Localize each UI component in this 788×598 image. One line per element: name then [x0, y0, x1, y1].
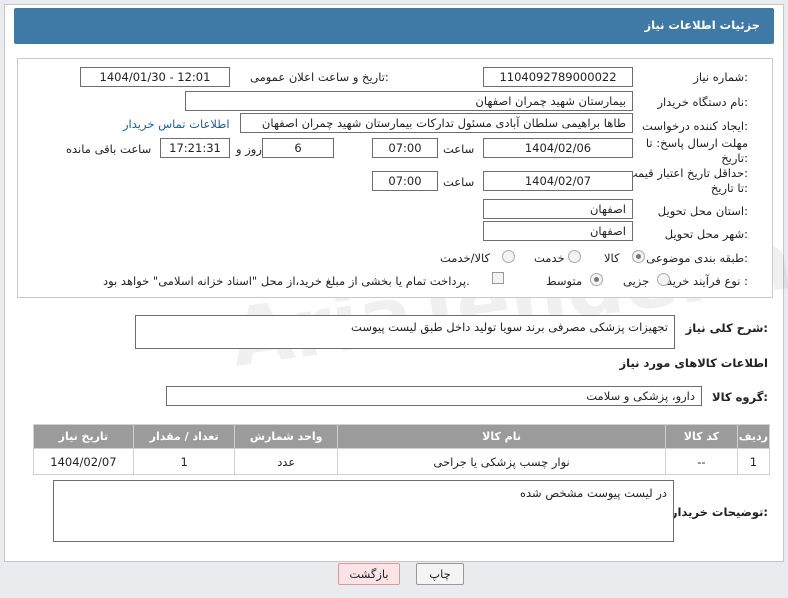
purchase-process-label: نوع فرآیند خرید : — [666, 274, 748, 288]
category-radio-goods[interactable] — [632, 250, 645, 263]
cell-qty: 1 — [132, 448, 236, 475]
buyer-notes-field: در لیست پیوست مشخص شده — [53, 480, 674, 542]
remaining-time-field: 17:21:31 — [160, 138, 230, 158]
page-title: جزئیات اطلاعات نیاز — [644, 18, 760, 32]
process-radio-medium[interactable] — [590, 273, 603, 286]
category-label: طبقه بندی موضوعی: — [646, 251, 748, 265]
cell-unit: عدد — [234, 448, 339, 475]
col-date-header: تاریخ نیاز — [33, 424, 134, 449]
delivery-city-label: شهر محل تحویل: — [664, 227, 748, 241]
need-number-field: 1104092789000022 — [483, 67, 633, 87]
price-validity-time-field: 07:00 — [372, 171, 438, 191]
announce-datetime-label: تاریخ و ساعت اعلان عمومی: — [250, 70, 389, 84]
back-button[interactable]: بازگشت — [338, 563, 400, 585]
cell-code: -- — [665, 448, 738, 475]
delivery-city-field: اصفهان — [483, 221, 633, 241]
col-name-header: نام کالا — [337, 424, 667, 449]
category-radio-service[interactable] — [568, 250, 581, 263]
print-button[interactable]: چاپ — [416, 563, 464, 585]
need-description-label: شرح کلی نیاز: — [685, 321, 768, 335]
treasury-payment-note: پرداخت تمام یا بخشی از مبلغ خرید،از محل … — [103, 274, 470, 288]
cell-date: 1404/02/07 — [33, 448, 134, 475]
category-radio-goods-service[interactable] — [502, 250, 515, 263]
deadline-time-field: 07:00 — [372, 138, 438, 158]
col-unit-header: واحد شمارش — [234, 424, 339, 449]
goods-section-title: اطلاعات کالاهای مورد نیاز — [619, 356, 768, 370]
buyer-name-field: بیمارستان شهید چمران اصفهان — [185, 91, 633, 111]
table-row: 1 -- نوار چسب پزشکی یا جراحی عدد 1 1404/… — [33, 448, 771, 475]
goods-group-label: گروه کالا: — [712, 390, 768, 404]
announce-datetime-field: 1404/01/30 - 12:01 — [80, 67, 230, 87]
treasury-payment-checkbox[interactable] — [492, 272, 504, 284]
days-label: روز و — [236, 142, 262, 156]
remaining-time-label: ساعت باقی مانده — [66, 142, 152, 156]
process-radio-minor[interactable] — [657, 273, 670, 286]
price-validity-label-line2: تا تاریخ: — [710, 181, 748, 195]
buyer-contact-link[interactable]: اطلاعات تماس خریدار — [123, 117, 230, 131]
price-validity-label-line1: حداقل تاریخ اعتبار قیمت: — [626, 166, 748, 180]
buyer-notes-label: توضیحات خریدار: — [670, 505, 768, 519]
process-option-minor: جزیی — [623, 274, 650, 288]
col-qty-header: تعداد / مقدار — [132, 424, 236, 449]
col-code-header: کد کالا — [665, 424, 738, 449]
price-validity-date-field: 1404/02/07 — [483, 171, 633, 191]
goods-table: ردیف کد کالا نام کالا واحد شمارش تعداد /… — [33, 424, 771, 475]
price-validity-time-label: ساعت — [443, 175, 475, 189]
col-row-header: ردیف — [736, 424, 771, 449]
goods-group-field: دارو، پزشکی و سلامت — [166, 386, 702, 406]
deadline-label-line1: مهلت ارسال پاسخ: تا — [645, 136, 748, 150]
delivery-province-label: استان محل تحویل: — [657, 204, 748, 218]
deadline-time-label: ساعت — [443, 142, 475, 156]
buyer-name-label: نام دستگاه خریدار: — [657, 95, 748, 109]
delivery-province-field: اصفهان — [483, 199, 633, 219]
deadline-label-line2: تاریخ: — [721, 151, 748, 165]
category-option-service: خدمت — [534, 251, 565, 265]
category-option-goods: کالا — [604, 251, 620, 265]
need-number-label: شماره نیاز: — [693, 70, 748, 84]
creator-field: طاها براهیمی سلطان آبادی مسئول تدارکات ب… — [240, 113, 633, 133]
remaining-days-field: 6 — [262, 138, 334, 158]
cell-name: نوار چسب پزشکی یا جراحی — [337, 448, 667, 475]
process-option-medium: متوسط — [546, 274, 583, 288]
category-option-goods-service: کالا/خدمت — [440, 251, 491, 265]
deadline-date-field: 1404/02/06 — [483, 138, 633, 158]
cell-row: 1 — [736, 448, 771, 475]
creator-label: ایجاد کننده درخواست: — [642, 119, 748, 133]
need-description-field: تجهیزات پزشکی مصرفی برند سویا تولید داخل… — [135, 315, 675, 349]
page-header: جزئیات اطلاعات نیاز — [14, 8, 774, 44]
